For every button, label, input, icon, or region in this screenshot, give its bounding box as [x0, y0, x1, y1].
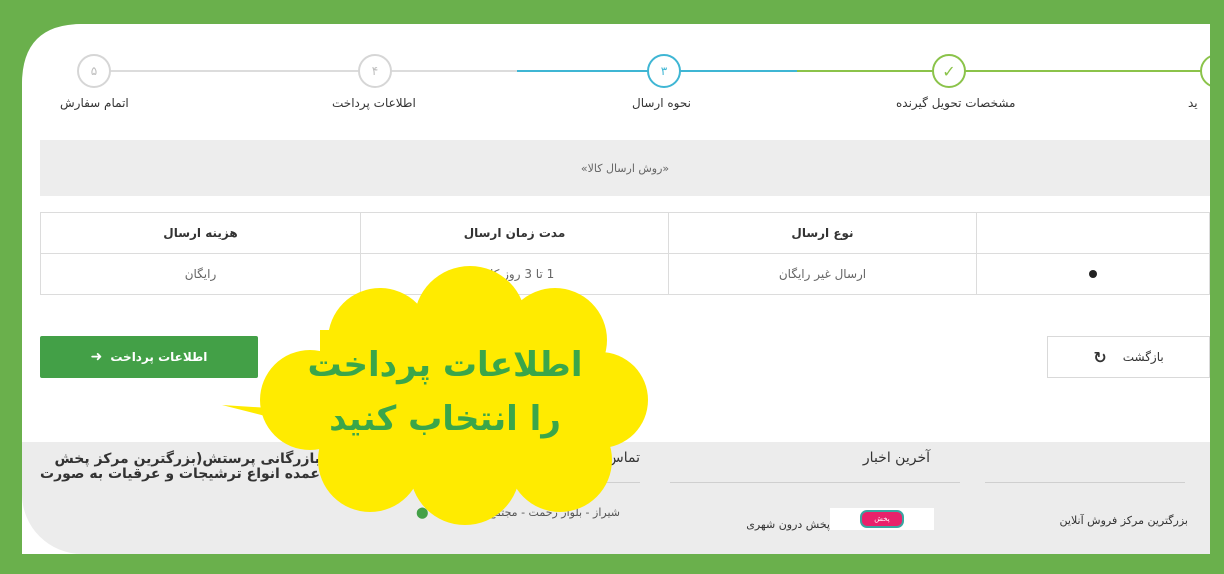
footer-address: شیراز - بلوار رحمت - مجتمع بازرگانان - ⬤ [330, 506, 620, 519]
select-column-header [976, 212, 1210, 254]
step-5-circle[interactable]: ۵ [77, 54, 111, 88]
footer-divider [985, 482, 1185, 483]
step-4-circle[interactable]: ۴ [358, 54, 392, 88]
footer-about-text: بازرگانی پرستش(بزرگترین مرکز پخش عمده ان… [40, 451, 320, 482]
step-line-done [797, 70, 1210, 72]
step-4-label: اطلاعات پرداخت [332, 96, 416, 110]
news-thumbnail[interactable]: پخش [830, 508, 934, 530]
step-1-label: ید [1188, 96, 1198, 110]
step-3-label: نحوه ارسال [632, 96, 691, 110]
footer-address-text: شیراز - بلوار رحمت - مجتمع بازرگانان - [437, 506, 620, 519]
shipping-cost-cell: رایگان [40, 253, 361, 295]
shipping-table: نوع ارسال مدت زمان ارسال هزینه ارسال ارس… [40, 212, 1210, 295]
type-column-header: نوع ارسال [668, 212, 977, 254]
table-header-row: نوع ارسال مدت زمان ارسال هزینه ارسال [40, 212, 1210, 254]
footer-divider [350, 482, 640, 483]
duration-column-header: مدت زمان ارسال [360, 212, 669, 254]
footer-news-item[interactable]: پخش درون شهری [700, 518, 830, 531]
payment-info-button[interactable]: اطلاعات پرداخت ➜ [40, 336, 258, 378]
footer-contact-title: تماس با ما [577, 450, 640, 466]
callout-text: اطلاعات پرداخت را انتخاب کنید [285, 338, 605, 446]
shipping-type-cell: ارسال غیر رایگان [668, 253, 977, 295]
footer-online-text: بزرگترین مرکز فروش آنلاین [1059, 514, 1188, 527]
table-row[interactable]: ارسال غیر رایگان 1 تا 3 روز کاری رایگان [40, 253, 1210, 295]
back-button-label: بازگشت [1122, 350, 1164, 364]
shipping-duration-cell: 1 تا 3 روز کاری [360, 253, 669, 295]
footer-news-title: آخرین اخبار [862, 450, 930, 466]
step-2-label: مشخصات تحویل گیرنده [896, 96, 1016, 110]
step-3-circle[interactable]: ۳ [647, 54, 681, 88]
shipping-method-bar: «روش ارسال کالا» [40, 140, 1210, 196]
arrow-left-icon: ➜ [90, 349, 103, 365]
step-line-pending [92, 70, 542, 72]
callout-line-1: اطلاعات پرداخت [307, 345, 583, 385]
step-1-circle[interactable] [1200, 54, 1210, 88]
payment-button-label: اطلاعات پرداخت [110, 350, 208, 364]
cost-column-header: هزینه ارسال [40, 212, 361, 254]
step-5-label: اتمام سفارش [60, 96, 129, 110]
shipping-method-title: «روش ارسال کالا» [580, 161, 670, 175]
location-pin-icon: ⬤ [416, 506, 429, 519]
callout-line-2: را انتخاب کنید [329, 399, 561, 439]
shipping-radio-cell[interactable] [976, 253, 1210, 295]
radio-selected-icon[interactable] [1089, 270, 1097, 278]
back-button[interactable]: بازگشت ↻ [1047, 336, 1210, 378]
refresh-icon: ↻ [1093, 347, 1107, 367]
footer-divider [670, 482, 960, 483]
checkout-stepper: ۵ اتمام سفارش ۴ اطلاعات پرداخت ۳ نحوه ار… [22, 24, 1210, 136]
news-chip: پخش [860, 510, 904, 528]
step-2-circle[interactable]: ✓ [932, 54, 966, 88]
